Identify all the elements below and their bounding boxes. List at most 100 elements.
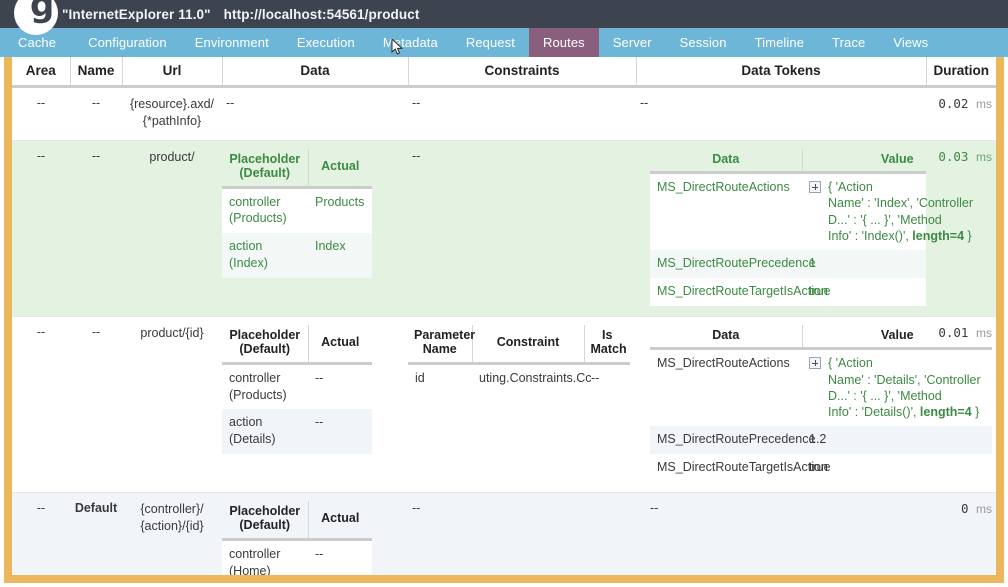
url-line-1: {resource}.axd/ — [129, 97, 215, 111]
duration-unit: ms — [976, 149, 992, 164]
placeholder-name: controller — [229, 194, 281, 209]
token-subrow: MS_DirectRouteActions { 'Action Name' : … — [650, 348, 992, 427]
subcol-header-constraint: Constraint — [472, 324, 585, 365]
subcol-header-actual: Actual — [308, 324, 372, 365]
duration-value: 0.03 — [938, 148, 969, 164]
col-header-constraints[interactable]: Constraints — [408, 57, 637, 88]
tab-views[interactable]: Views — [879, 28, 942, 57]
tab-timeline[interactable]: Timeline — [741, 28, 818, 57]
constraints-subtable: Parameter Name Constraint Is Match id ut… — [408, 324, 630, 393]
subcol-header-data: Data — [650, 148, 803, 175]
tab-strip: Cache Configuration Environment Executio… — [0, 28, 1008, 57]
cell-placeholder: controller (Home) — [222, 539, 308, 575]
table-row[interactable]: -- -- {resource}.axd/ {*pathInfo} -- -- … — [12, 86, 996, 141]
subcol-placeholder-main: Placeholder — [229, 504, 301, 518]
subcol-header-actual: Actual — [308, 148, 372, 189]
token-line: Name' : 'Index', 'Controller — [828, 196, 974, 211]
placeholder-name: controller — [229, 370, 281, 385]
tab-trace[interactable]: Trace — [818, 28, 879, 57]
token-line: Info' : 'Index()', — [828, 228, 913, 243]
url-line-1: {controller}/ — [140, 502, 204, 516]
col-header-area[interactable]: Area — [12, 57, 71, 88]
token-value: { 'Action Name' : 'Details', 'Controller… — [802, 348, 992, 427]
routes-table-body: -- -- {resource}.axd/ {*pathInfo} -- -- … — [12, 86, 996, 575]
subcol-placeholder-main: Placeholder — [229, 151, 301, 166]
duration-value: 0.02 — [938, 96, 969, 111]
table-row[interactable]: -- Default {controller}/ {action}/{id} P… — [12, 492, 996, 575]
table-row[interactable]: -- -- product/ Placeholder (Default) Act… — [12, 140, 996, 317]
placeholder-default: (Index) — [229, 256, 268, 271]
cell-url: {resource}.axd/ {*pathInfo} — [122, 86, 222, 141]
subcol-header-placeholder: Placeholder (Default) — [222, 324, 309, 365]
token-length: length=4 — [919, 405, 972, 419]
routes-content: Area Name Url Data Constraints Data Toke… — [12, 57, 996, 575]
token-length: length=4 — [912, 228, 965, 243]
cell-actual: -- — [308, 539, 372, 575]
cell-area: -- — [12, 86, 70, 141]
tab-session[interactable]: Session — [666, 28, 741, 57]
cell-parameter-name: id — [408, 363, 472, 393]
token-line: D...' : '{ ... }', 'Method — [828, 212, 942, 227]
panel-border-right — [996, 57, 1004, 583]
placeholder-default: (Products) — [229, 387, 287, 402]
cell-actual: Products — [308, 187, 372, 234]
token-key: MS_DirectRouteTargetIsAction — [650, 278, 828, 306]
cell-data: -- — [222, 86, 408, 141]
cell-placeholder: action (Details) — [222, 409, 308, 455]
col-header-datatokens[interactable]: Data Tokens — [636, 57, 927, 88]
token-key: MS_DirectRoutePrecedence — [650, 250, 815, 278]
glimpse-logo[interactable]: g — [0, 0, 62, 35]
logo-g-icon: g — [30, 0, 54, 25]
token-key: MS_DirectRoutePrecedence — [650, 426, 815, 455]
cell-constraints: Parameter Name Constraint Is Match id ut… — [408, 316, 636, 494]
expand-plus-icon[interactable] — [809, 181, 821, 194]
tab-configuration[interactable]: Configuration — [74, 28, 181, 57]
tab-routes[interactable]: Routes — [528, 28, 599, 57]
col-header-duration[interactable]: Duration — [926, 57, 996, 88]
subcol-ismatch-sub: Match — [590, 342, 627, 357]
cell-placeholder: controller (Products) — [222, 363, 308, 410]
subcol-header-placeholder: Placeholder (Default) — [222, 148, 309, 189]
placeholder-default: (Home) — [229, 563, 271, 575]
cell-placeholder: action (Index) — [222, 233, 308, 278]
panel-border-bottom — [4, 575, 1004, 583]
panel-border-left — [4, 57, 12, 583]
tab-server[interactable]: Server — [599, 28, 666, 57]
cell-actual: -- — [308, 363, 372, 410]
placeholder-default: (Details) — [229, 432, 276, 447]
cell-datatokens: Data Value MS_DirectRouteActions {'Acti… — [636, 316, 992, 494]
data-subrow: controller (Products) -- — [222, 363, 372, 410]
cell-name: -- — [70, 316, 122, 494]
data-subtable: Placeholder (Default) Actual controller — [222, 324, 372, 455]
cell-url: product/{id} — [122, 316, 222, 494]
token-value-text: { 'Action Name' : 'Details', 'Controller… — [828, 355, 981, 420]
cell-duration: 0.02 ms — [926, 86, 996, 141]
table-row[interactable]: -- -- product/{id} Placeholder (Default) — [12, 316, 996, 494]
placeholder-name: controller — [229, 546, 281, 561]
cell-area: -- — [12, 140, 70, 317]
token-subrow: MS_DirectRouteActions { 'Action Name' : … — [650, 172, 992, 251]
expand-plus-icon[interactable] — [809, 357, 821, 370]
col-header-data[interactable]: Data — [222, 57, 409, 88]
col-header-name[interactable]: Name — [70, 57, 123, 88]
tab-execution[interactable]: Execution — [283, 28, 369, 57]
cell-data: Placeholder (Default) Actual controller — [222, 316, 408, 494]
glimpse-header-bar: g "InternetExplorer 11.0" http://localho… — [0, 0, 1008, 35]
data-subrow: action (Index) Index — [222, 233, 372, 278]
col-header-url[interactable]: Url — [122, 57, 223, 88]
constraint-subrow: id uting.Constraints.Cc -- — [408, 363, 630, 393]
tab-request[interactable]: Request — [452, 28, 529, 57]
cell-area: -- — [12, 492, 70, 575]
token-tail: } — [964, 228, 972, 243]
routes-table: Area Name Url Data Constraints Data Toke… — [12, 57, 996, 575]
request-url-label: http://localhost:54561/product — [223, 6, 420, 22]
data-subrow: controller (Home) -- — [222, 539, 372, 575]
duration-value: 0.01 — [938, 324, 969, 340]
tab-environment[interactable]: Environment — [181, 28, 283, 57]
placeholder-default: (Products) — [229, 211, 287, 226]
cell-constraint-type: uting.Constraints.Cc — [472, 363, 592, 393]
token-value-text: { 'Action Name' : 'Index', 'Controller D… — [828, 179, 973, 244]
tab-metadata[interactable]: Metadata — [369, 28, 452, 57]
placeholder-name: action — [229, 415, 263, 430]
subcol-placeholder-sub: (Default) — [239, 518, 291, 533]
